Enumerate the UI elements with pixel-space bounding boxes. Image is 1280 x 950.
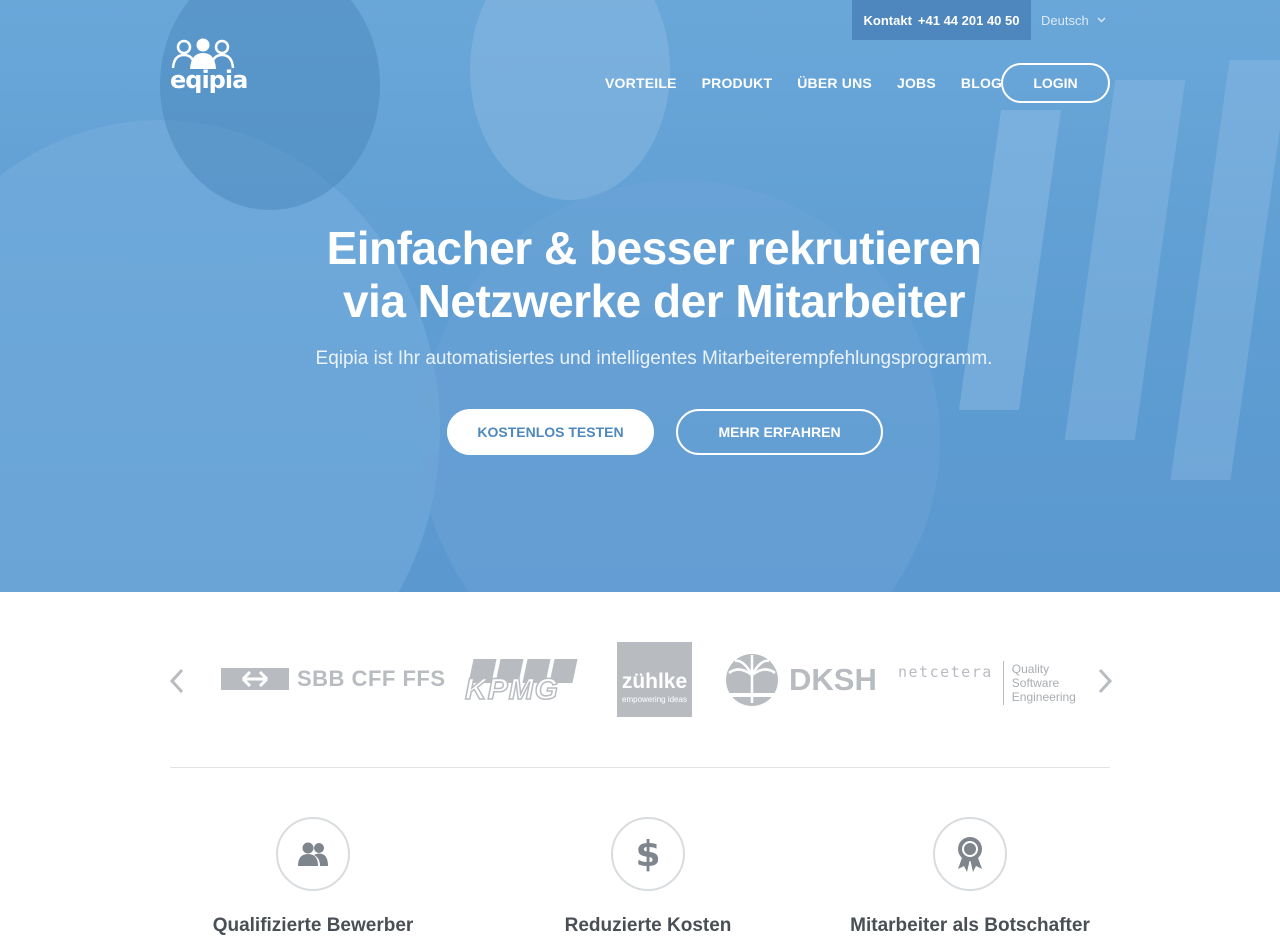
contact-phone[interactable]: +41 44 201 40 50 (918, 13, 1020, 28)
client-logo-dksh: DKSH (725, 653, 877, 707)
feature-icon-circle: $ (611, 817, 685, 891)
chevron-left-icon[interactable] (168, 668, 188, 694)
netcetera-tagline-line-3: Engineering (1011, 690, 1076, 704)
login-button[interactable]: LOGIN (1001, 63, 1110, 103)
zuehlke-logo-text: zühlke (621, 669, 688, 693)
nav-item-jobs[interactable]: JOBS (897, 75, 936, 91)
sbb-arrow-icon (221, 668, 289, 690)
section-divider (170, 767, 1110, 768)
hero-headline: Einfacher & besser rekrutieren via Netzw… (240, 222, 1068, 328)
eqipia-logo[interactable]: eqipia (170, 38, 248, 96)
dollar-icon: $ (635, 833, 661, 875)
hero-background-window-3 (1170, 60, 1280, 480)
hero-headline-line-1: Einfacher & besser rekrutieren (326, 222, 982, 274)
netcetera-logo-text: netcetera (898, 663, 993, 681)
nav-item-vorteile[interactable]: VORTEILE (605, 75, 677, 91)
client-logo-sbb: SBB CFF FFS (221, 666, 446, 691)
netcetera-separator (1002, 661, 1004, 705)
award-ribbon-icon (958, 837, 982, 872)
hero-section: Kontakt +41 44 201 40 50 Deutsch eqipia … (0, 0, 1280, 592)
dksh-logo-text: DKSH (789, 662, 877, 697)
client-logo-kpmg: KPMG (464, 659, 578, 707)
nav-item-ueber-uns[interactable]: ÜBER UNS (797, 75, 872, 91)
people-icon (298, 842, 328, 866)
feature-title: Qualifizierte Bewerber (212, 915, 414, 936)
feature-title: Mitarbeiter als Botschafter (850, 915, 1090, 936)
chevron-right-icon[interactable] (1094, 668, 1114, 694)
free-trial-button[interactable]: KOSTENLOS TESTEN (447, 409, 654, 455)
feature-reduced-costs: $ Reduzierte Kosten (498, 817, 798, 937)
sbb-logo-text: SBB CFF FFS (297, 666, 446, 691)
feature-title: Reduzierte Kosten (564, 915, 732, 936)
netcetera-tagline-line-2: Software (1011, 676, 1060, 690)
chevron-down-icon (1097, 17, 1106, 23)
zuehlke-tagline: empowering ideas (622, 694, 687, 704)
feature-qualified-applicants: Qualifizierte Bewerber (163, 817, 463, 937)
nav-item-produkt[interactable]: PRODUKT (702, 75, 773, 91)
client-logo-zuehlke: zühlke empowering ideas (617, 642, 692, 717)
hero-background-window-2 (1064, 80, 1186, 440)
hero-subline: Eqipia ist Ihr automatisiertes und intel… (315, 348, 993, 369)
client-logo-netcetera: netcetera Quality Software Engineering (898, 660, 1076, 706)
contact-label: Kontakt (863, 12, 912, 28)
kpmg-logo-text: KPMG (464, 672, 559, 707)
language-select[interactable]: Deutsch (1041, 0, 1106, 40)
feature-icon-circle (276, 817, 350, 891)
main-nav: VORTEILE PRODUKT ÜBER UNS JOBS BLOG (605, 63, 1002, 103)
contact-bar[interactable]: Kontakt +41 44 201 40 50 (852, 0, 1031, 40)
learn-more-button[interactable]: MEHR ERFAHREN (676, 409, 883, 455)
hero-headline-line-2: via Netzwerke der Mitarbeiter (342, 275, 966, 327)
netcetera-tagline: Quality Software Engineering (1012, 662, 1076, 704)
logo-wordmark: eqipia (170, 66, 248, 94)
dksh-palm-icon (725, 654, 781, 706)
netcetera-tagline-line-1: Quality (1011, 662, 1050, 676)
nav-item-blog[interactable]: BLOG (961, 75, 1002, 91)
language-value: Deutsch (1041, 12, 1089, 28)
feature-icon-circle (933, 817, 1007, 891)
feature-employee-ambassadors: Mitarbeiter als Botschafter (820, 817, 1120, 937)
